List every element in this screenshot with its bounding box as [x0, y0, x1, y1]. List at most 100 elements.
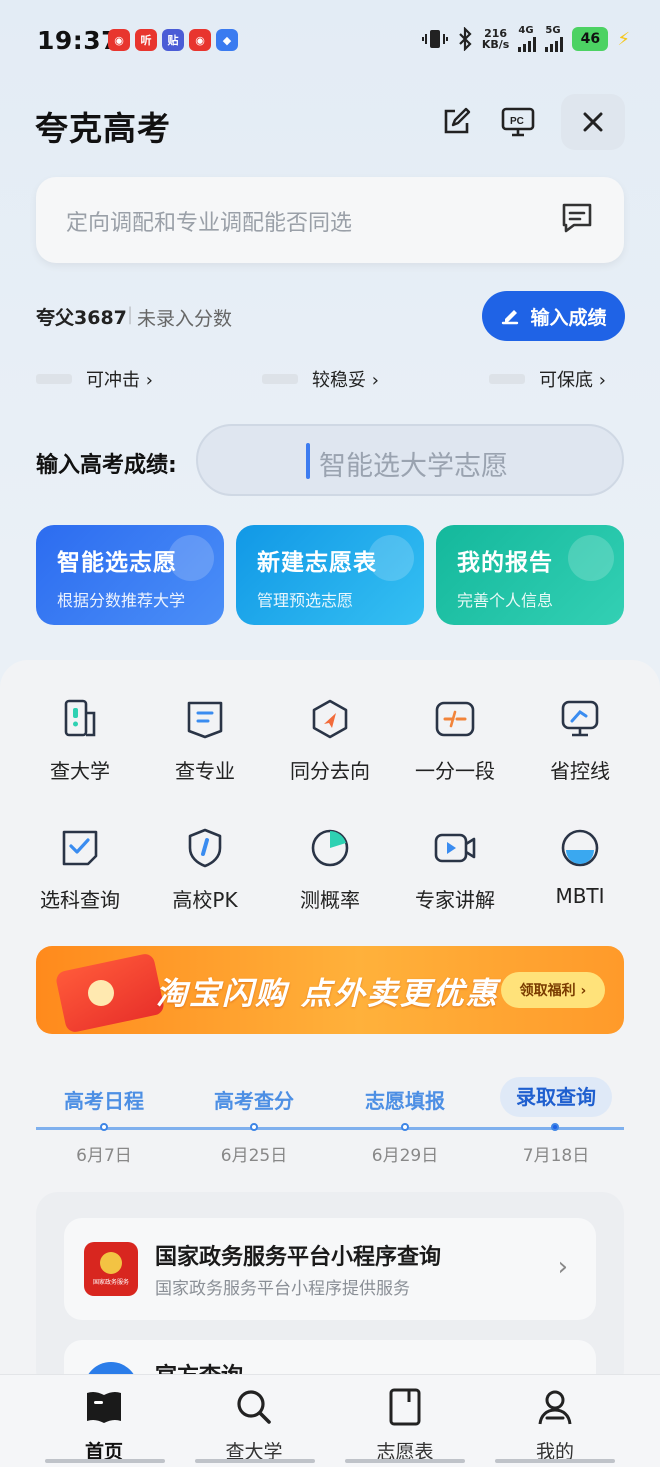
grid-label: 一分一段 — [415, 759, 495, 783]
enter-score-label: 输入成绩 — [530, 306, 607, 329]
timeline-track — [36, 1127, 624, 1130]
grid-item-control-line[interactable]: 省控线 — [520, 697, 640, 784]
same-score-icon — [312, 699, 348, 739]
card-subtitle: 管理预选志愿 — [257, 591, 354, 610]
category-label: 可冲击 › — [86, 370, 153, 391]
category-placeholder-bar — [36, 374, 72, 384]
text-cursor — [306, 443, 310, 479]
status-time: 19:37 — [37, 26, 120, 55]
probability-icon — [311, 829, 349, 867]
pencil-icon — [502, 310, 519, 325]
card-subtitle: 根据分数推荐大学 — [57, 591, 186, 610]
grid-item-expert-video[interactable]: 专家讲解 — [395, 826, 515, 913]
tab-exam-schedule[interactable]: 高考日程 — [44, 1085, 164, 1114]
search-placeholder: 定向调配和专业调配能否同选 — [66, 211, 353, 236]
category-reach[interactable]: 可冲击 › — [36, 366, 153, 392]
charging-icon: ⚡ — [617, 28, 630, 50]
score-segment-icon — [435, 701, 475, 737]
grid-item-score-segment[interactable]: 一分一段 — [395, 697, 515, 784]
nav-search-university[interactable]: 查大学 — [194, 1387, 314, 1464]
score-entry-label: 输入高考成绩: — [36, 453, 177, 478]
grid-label: 高校PK — [172, 888, 238, 912]
mbti-icon — [561, 829, 599, 867]
timeline-date: 6月7日 — [76, 1146, 132, 1166]
timeline-date: 7月18日 — [522, 1146, 590, 1166]
netease-music-icon: ◉ — [108, 29, 130, 51]
tab-volunteer-fill[interactable]: 志愿填报 — [345, 1085, 465, 1114]
search-icon — [237, 1390, 271, 1424]
timeline-dot — [100, 1123, 108, 1131]
timeline-date: 6月29日 — [371, 1146, 439, 1166]
enter-score-button[interactable]: 输入成绩 — [482, 291, 625, 341]
grid-label: 选科查询 — [40, 888, 120, 912]
edit-icon — [444, 107, 471, 134]
smart-volunteer-card[interactable]: 智能选志愿 根据分数推荐大学 — [36, 525, 224, 625]
score-entry-input[interactable]: 智能选大学志愿 — [196, 424, 624, 496]
edit-button[interactable] — [428, 94, 484, 150]
bluetooth-icon — [459, 27, 472, 51]
control-line-icon — [561, 700, 599, 737]
net-speed: 216 KB/s — [481, 27, 510, 51]
grid-item-probability[interactable]: 测概率 — [270, 826, 390, 913]
grid-item-mbti[interactable]: MBTI — [520, 826, 640, 908]
pc-icon: PC — [501, 107, 535, 137]
gov-service-logo: 国家政务服务 — [84, 1242, 138, 1296]
timeline-date: 6月25日 — [220, 1146, 288, 1166]
major-icon — [187, 701, 223, 739]
timeline-dot — [250, 1123, 258, 1131]
grid-label: MBTI — [555, 884, 605, 908]
promo-banner[interactable]: 淘宝闪购 点外卖更优惠 领取福利 › — [36, 946, 624, 1034]
signal-4g: 4G — [518, 26, 537, 52]
app-title: 夸克高考 — [35, 109, 171, 148]
nav-active-indicators — [0, 1459, 660, 1467]
category-label: 可保底 › — [539, 370, 606, 391]
score-entry-placeholder: 智能选大学志愿 — [319, 451, 508, 482]
chevron-right-icon: › — [557, 1252, 568, 1282]
list-item-title: 国家政务服务平台小程序查询 — [155, 1245, 442, 1270]
form-icon — [389, 1388, 421, 1426]
subject-check-icon — [62, 830, 98, 866]
my-report-card[interactable]: 我的报告 完善个人信息 — [436, 525, 624, 625]
grid-label: 专家讲解 — [415, 888, 495, 912]
netease-music-icon: ◉ — [189, 29, 211, 51]
tab-admission-check[interactable]: 录取查询 — [500, 1077, 612, 1117]
grid-item-college-pk[interactable]: 高校PK — [145, 826, 265, 913]
card-subtitle: 完善个人信息 — [457, 591, 554, 610]
tieba-icon: 贴 — [162, 29, 184, 51]
nav-profile[interactable]: 我的 — [495, 1387, 615, 1464]
nav-home[interactable]: 首页 — [44, 1387, 164, 1464]
national-emblem-icon — [100, 1252, 122, 1274]
grid-item-subject-check[interactable]: 选科查询 — [20, 826, 140, 913]
grid-label: 省控线 — [550, 759, 610, 783]
card-decoration — [168, 535, 214, 581]
search-input[interactable]: 定向调配和专业调配能否同选 — [36, 177, 624, 263]
home-book-icon — [87, 1391, 121, 1423]
college-pk-icon — [188, 828, 222, 868]
grid-label: 查大学 — [50, 759, 110, 783]
tab-score-check[interactable]: 高考查分 — [194, 1085, 314, 1114]
close-button[interactable] — [561, 94, 625, 150]
grid-item-same-score[interactable]: 同分去向 — [270, 697, 390, 784]
category-placeholder-bar — [489, 374, 525, 384]
nav-volunteer-form[interactable]: 志愿表 — [345, 1387, 465, 1464]
category-label: 较稳妥 › — [312, 370, 379, 391]
status-indicators: 216 KB/s 4G 5G 46 ⚡ — [421, 26, 630, 52]
user-separator: | — [127, 304, 134, 325]
close-icon — [583, 112, 603, 132]
pc-mode-button[interactable]: PC — [490, 94, 546, 150]
grid-item-university[interactable]: 查大学 — [20, 697, 140, 784]
list-item-gov-service[interactable]: 国家政务服务 国家政务服务平台小程序查询 国家政务服务平台小程序提供服务 › — [64, 1218, 596, 1320]
category-stable[interactable]: 较稳妥 › — [262, 366, 379, 392]
grid-item-major[interactable]: 查专业 — [145, 697, 265, 784]
grid-label: 测概率 — [300, 888, 360, 912]
category-safe[interactable]: 可保底 › — [489, 366, 606, 392]
card-decoration — [568, 535, 614, 581]
timeline-dot-active — [551, 1123, 559, 1131]
status-app-icons: ◉ 听 贴 ◉ ◆ — [108, 29, 238, 51]
claim-benefit-button[interactable]: 领取福利 › — [501, 972, 605, 1008]
svg-text:PC: PC — [510, 116, 524, 127]
chat-icon[interactable] — [558, 199, 596, 237]
grid-label: 同分去向 — [290, 759, 370, 783]
new-volunteer-form-card[interactable]: 新建志愿表 管理预选志愿 — [236, 525, 424, 625]
profile-icon — [538, 1390, 572, 1425]
